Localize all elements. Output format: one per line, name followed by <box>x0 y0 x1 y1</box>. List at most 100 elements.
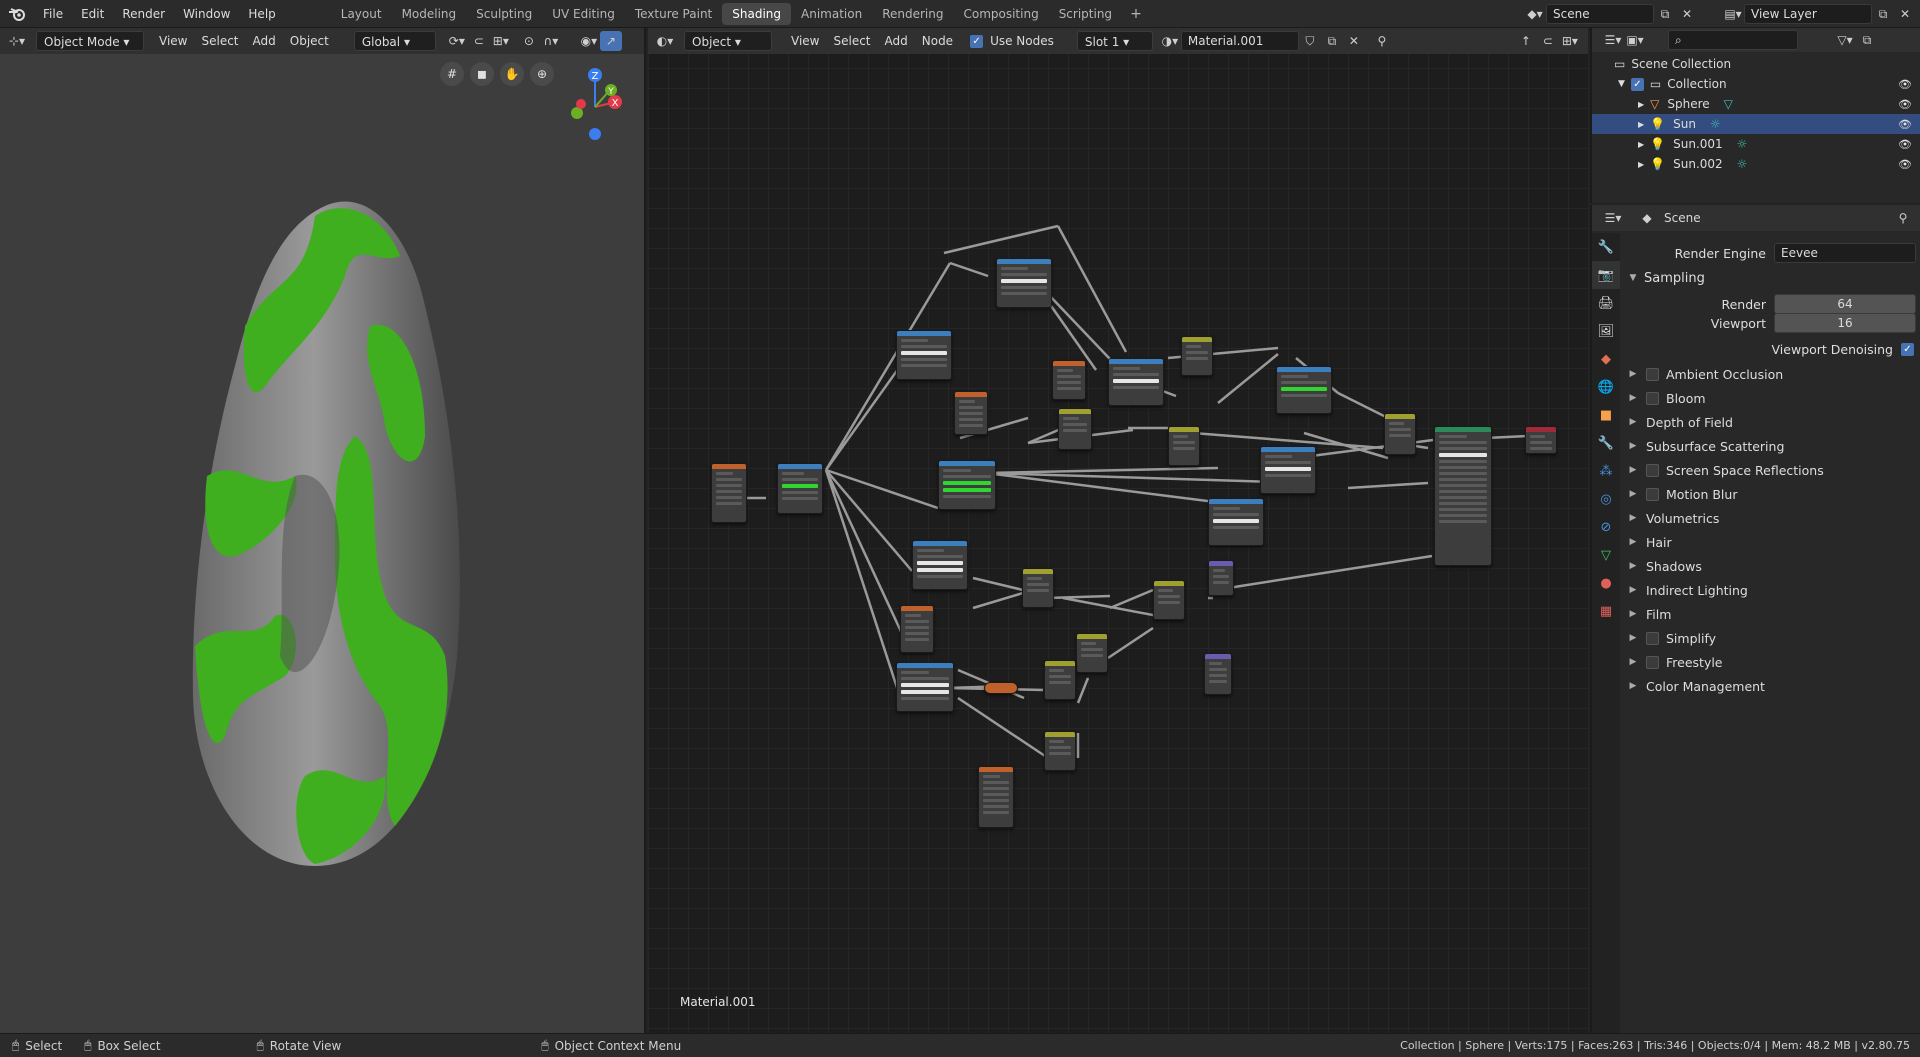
falloff-icon[interactable]: ∩▾ <box>540 31 562 51</box>
scene-name-field[interactable]: Scene <box>1546 4 1654 24</box>
expand-arrow-icon[interactable]: ▶ <box>1638 120 1644 129</box>
reroute-collapsed-node[interactable] <box>984 682 1018 694</box>
mix-node-d[interactable] <box>1153 580 1185 620</box>
material-tab-icon[interactable]: ● <box>1592 569 1620 597</box>
outliner-item-sun-001[interactable]: ▶ 💡 Sun.001 ☼ 👁 <box>1592 134 1920 154</box>
sun-eye-icon[interactable]: 👁 <box>1898 118 1912 131</box>
principled-bsdf-node[interactable] <box>1434 426 1492 566</box>
material-output-node[interactable] <box>1525 426 1557 454</box>
outliner-search-input[interactable]: ⌕ <box>1668 30 1798 50</box>
sun-002-eye-icon[interactable]: 👁 <box>1898 158 1912 171</box>
tab-scripting[interactable]: Scripting <box>1049 3 1122 25</box>
texture-coordinate-node-b[interactable] <box>978 766 1014 828</box>
tab-modeling[interactable]: Modeling <box>392 3 467 25</box>
scene-tab-icon[interactable]: ◆ <box>1592 345 1620 373</box>
expand-arrow-icon[interactable]: ▶ <box>1638 140 1644 149</box>
panel-shadows[interactable]: ▶ Shadows <box>1620 554 1920 578</box>
outliner-type-icon[interactable]: ☰▾ <box>1602 30 1624 50</box>
collection-exclude-checkbox[interactable]: ✓ <box>1630 77 1644 91</box>
tab-texture-paint[interactable]: Texture Paint <box>625 3 722 25</box>
ambient-occlusion-checkbox[interactable] <box>1646 367 1659 381</box>
3d-viewport[interactable]: ⊹▾ Object Mode ▾ View Select Add Object … <box>0 28 646 1033</box>
tab-rendering[interactable]: Rendering <box>872 3 953 25</box>
pivot-icon[interactable]: ⟳▾ <box>446 31 468 51</box>
outliner-scene-collection[interactable]: ▭ Scene Collection <box>1592 54 1920 74</box>
panel-simplify[interactable]: ▶ Simplify <box>1620 626 1920 650</box>
bump-node[interactable] <box>1276 366 1332 414</box>
display-mode-icon[interactable]: ▣▾ <box>1624 30 1646 50</box>
vector-math-node[interactable] <box>1204 653 1232 695</box>
mode-dropdown[interactable]: Object Mode ▾ <box>36 31 144 51</box>
panel-freestyle[interactable]: ▶ Freestyle <box>1620 650 1920 674</box>
navigation-gizmo[interactable]: Z X Y <box>560 62 630 142</box>
voronoi-texture-node[interactable] <box>1108 358 1164 406</box>
noise-texture-node-b[interactable] <box>1260 446 1316 494</box>
viewport-menu-object[interactable]: Object <box>283 31 336 51</box>
expand-arrow-icon[interactable]: ▶ <box>1638 100 1644 109</box>
new-collection-icon[interactable]: ⧉ <box>1856 30 1878 50</box>
modifier-tab-icon[interactable]: 🔧 <box>1592 429 1620 457</box>
add-workspace-button[interactable]: + <box>1122 6 1150 22</box>
panel-bloom[interactable]: ▶ Bloom <box>1620 386 1920 410</box>
mix-node-e[interactable] <box>1044 660 1076 700</box>
menu-render[interactable]: Render <box>113 0 174 28</box>
simplify-checkbox[interactable] <box>1646 631 1659 645</box>
rock-model[interactable] <box>185 176 475 871</box>
viewport-menu-select[interactable]: Select <box>194 31 245 51</box>
menu-file[interactable]: File <box>34 0 72 28</box>
physics-tab-icon[interactable]: ◎ <box>1592 485 1620 513</box>
viewport-denoising-checkbox[interactable]: ✓ <box>1901 342 1914 356</box>
outliner-collection[interactable]: ▼ ✓ ▭ Collection 👁 <box>1592 74 1920 94</box>
menu-help[interactable]: Help <box>239 0 284 28</box>
filter-icon[interactable]: ▽▾ <box>1834 30 1856 50</box>
viewport-menu-add[interactable]: Add <box>246 31 283 51</box>
constraints-tab-icon[interactable]: ⊘ <box>1592 513 1620 541</box>
panel-screen-space-reflections[interactable]: ▶ Screen Space Reflections <box>1620 458 1920 482</box>
mix-node-f[interactable] <box>1044 731 1076 771</box>
tool-tab-icon[interactable]: 🔧 <box>1592 233 1620 261</box>
viewport-samples-field[interactable]: 16 <box>1774 313 1916 333</box>
scene-icon[interactable]: ◆▾ <box>1524 4 1546 24</box>
wave-texture-node[interactable] <box>938 460 996 510</box>
new-view-layer-icon[interactable]: ⧉ <box>1872 4 1894 24</box>
mapping-node[interactable] <box>777 463 823 514</box>
freestyle-checkbox[interactable] <box>1646 655 1659 669</box>
particles-tab-icon[interactable]: ⁂ <box>1592 457 1620 485</box>
panel-hair[interactable]: ▶ Hair <box>1620 530 1920 554</box>
sun-001-eye-icon[interactable]: 👁 <box>1898 138 1912 151</box>
view-layer-icon[interactable]: ▤▾ <box>1722 4 1744 24</box>
mix-node-a[interactable] <box>1181 336 1213 376</box>
viewport-menu-view[interactable]: View <box>152 31 194 51</box>
noise-texture-node-c[interactable] <box>1208 498 1264 546</box>
shader-node-editor[interactable]: ◐▾ Object ▾ View Select Add Node ✓ Use N… <box>648 28 1588 1033</box>
grid-toggle-icon[interactable]: # <box>440 62 464 86</box>
mix-node-b[interactable] <box>1168 426 1200 466</box>
tab-compositing[interactable]: Compositing <box>953 3 1048 25</box>
view-layer-tab-icon[interactable]: 🖼 <box>1592 317 1620 345</box>
delete-view-layer-icon[interactable]: ✕ <box>1894 4 1916 24</box>
color-ramp-node-small[interactable] <box>1052 360 1086 400</box>
data-tab-icon[interactable]: ▽ <box>1592 541 1620 569</box>
properties-type-icon[interactable]: ☰▾ <box>1602 208 1624 228</box>
view-layer-field[interactable]: View Layer <box>1744 4 1872 24</box>
outliner-item-sun-002[interactable]: ▶ 💡 Sun.002 ☼ 👁 <box>1592 154 1920 174</box>
collection-eye-icon[interactable]: 👁 <box>1898 78 1912 91</box>
math-node-b[interactable] <box>1022 568 1054 608</box>
world-tab-icon[interactable]: 🌐 <box>1592 373 1620 401</box>
snap-icon[interactable]: ⊂ <box>468 31 490 51</box>
noise-texture-node-top[interactable] <box>996 258 1052 308</box>
visibility-icon[interactable]: ◉▾ <box>578 31 600 51</box>
gizmo-toggle-icon[interactable]: ↗ <box>599 31 622 51</box>
panel-subsurface-scattering[interactable]: ▶ Subsurface Scattering <box>1620 434 1920 458</box>
snap-target-icon[interactable]: ⊞▾ <box>490 31 512 51</box>
motion-blur-checkbox[interactable] <box>1646 487 1659 501</box>
render-engine-dropdown[interactable]: Eevee <box>1774 243 1916 263</box>
math-node-c[interactable] <box>1076 633 1108 673</box>
tab-sculpting[interactable]: Sculpting <box>466 3 542 25</box>
separate-rgb-node[interactable] <box>954 391 988 435</box>
collapse-arrow-icon[interactable]: ▼ <box>1618 79 1625 89</box>
tab-layout[interactable]: Layout <box>331 3 392 25</box>
vector-node[interactable] <box>1208 560 1234 596</box>
panel-color-management[interactable]: ▶ Color Management <box>1620 674 1920 698</box>
tab-shading[interactable]: Shading <box>722 2 791 25</box>
